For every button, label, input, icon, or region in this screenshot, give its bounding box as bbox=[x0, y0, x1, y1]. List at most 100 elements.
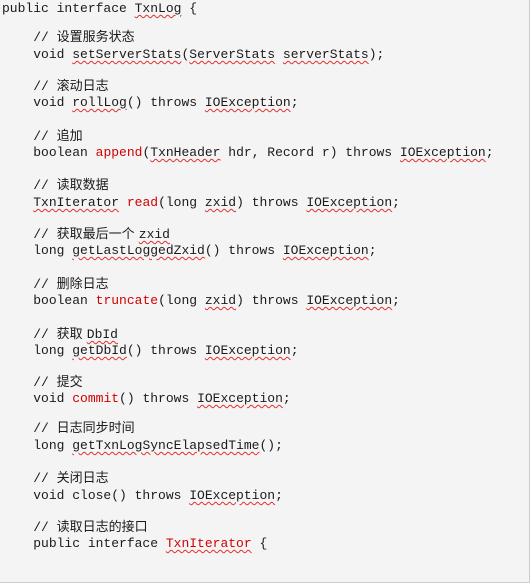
code-token: ; bbox=[275, 488, 283, 503]
code-line: void rollLog() throws IOException; bbox=[2, 94, 298, 112]
comment-slashes: // bbox=[33, 327, 57, 342]
code-token: (); bbox=[259, 438, 283, 453]
comment-text: 设置服务状态 bbox=[56, 30, 135, 45]
code-token: (long bbox=[158, 293, 205, 308]
code-token: void bbox=[33, 391, 73, 406]
comment-slashes: // bbox=[33, 375, 57, 390]
code-line: long getTxnLogSyncElapsedTime(); bbox=[2, 437, 283, 455]
identifier: zxid bbox=[204, 293, 237, 308]
comment-text: 获取最后一个 bbox=[56, 227, 139, 242]
identifier: IOException bbox=[399, 145, 486, 160]
comment-slashes: // bbox=[33, 421, 57, 436]
comment-slashes: // bbox=[33, 79, 57, 94]
code-token: ; bbox=[368, 243, 377, 258]
identifier: rollLog bbox=[72, 95, 127, 110]
code-token: (long bbox=[158, 195, 205, 210]
method-name: TxnIterator bbox=[165, 536, 252, 551]
comment-text: 滚动日志 bbox=[56, 79, 109, 94]
identifier: IOException bbox=[204, 95, 291, 110]
identifier: IOException bbox=[282, 243, 369, 258]
code-token: void bbox=[33, 47, 73, 62]
comment-text: 读取数据 bbox=[56, 178, 109, 193]
comment-text: 关闭日志 bbox=[56, 471, 109, 486]
code-token: ; bbox=[485, 145, 494, 160]
identifier: IOException bbox=[189, 488, 276, 503]
code-token: () throws bbox=[126, 343, 205, 358]
code-token: () throws bbox=[204, 243, 283, 258]
comment-text: 删除日志 bbox=[56, 277, 109, 292]
code-token: ) throws bbox=[236, 195, 307, 210]
comment-slashes: // bbox=[33, 129, 57, 144]
code-token: ; bbox=[392, 293, 400, 308]
identifier: IOException bbox=[204, 343, 291, 358]
code-token: () throws bbox=[126, 95, 205, 110]
comment-line: // 设置服务状态 bbox=[2, 29, 135, 47]
code-line: boolean truncate(long zxid) throws IOExc… bbox=[2, 292, 400, 310]
identifier: IOException bbox=[306, 195, 393, 210]
code-line: long getLastLoggedZxid() throws IOExcept… bbox=[2, 242, 377, 260]
comment-text: 追加 bbox=[56, 129, 83, 144]
comment-line: // 关闭日志 bbox=[2, 470, 109, 488]
code-token: public interface bbox=[33, 536, 166, 551]
comment-slashes: // bbox=[33, 471, 57, 486]
comment-text: 读取日志的接口 bbox=[56, 520, 148, 535]
method-name: truncate bbox=[95, 293, 159, 308]
code-token: ) throws bbox=[236, 293, 307, 308]
code-panel: public interface TxnLog { // 设置服务状态 void… bbox=[0, 0, 530, 583]
method-name: commit bbox=[72, 391, 120, 406]
comment-text: 提交 bbox=[56, 375, 83, 390]
code-line: boolean append(TxnHeader hdr, Record r) … bbox=[2, 144, 494, 162]
code-token: void close() throws bbox=[33, 488, 190, 503]
code-token: long bbox=[33, 343, 73, 358]
code-token: ; bbox=[290, 343, 299, 358]
code-token: hdr, Record r) throws bbox=[220, 145, 400, 160]
identifier: TxnHeader bbox=[150, 145, 221, 160]
comment-slashes: // bbox=[33, 178, 57, 193]
code-line: void commit() throws IOException; bbox=[2, 390, 291, 408]
identifier: serverStats bbox=[282, 47, 369, 62]
identifier: getLastLoggedZxid bbox=[72, 243, 205, 258]
identifier: zxid bbox=[204, 195, 237, 210]
code-token: void bbox=[33, 95, 73, 110]
method-name: append bbox=[95, 145, 143, 160]
code-token: long bbox=[33, 243, 73, 258]
identifier: getTxnLogSyncElapsedTime bbox=[72, 438, 260, 453]
code-token: public interface bbox=[2, 1, 135, 16]
code-line: TxnIterator read(long zxid) throws IOExc… bbox=[2, 194, 400, 212]
comment-slashes: // bbox=[33, 277, 57, 292]
identifier: IOException bbox=[197, 391, 283, 406]
comment-line: // 日志同步时间 bbox=[2, 420, 135, 438]
code-token: ; bbox=[282, 391, 291, 406]
code-line: void close() throws IOException; bbox=[2, 487, 283, 505]
code-token: ); bbox=[368, 47, 385, 62]
code-token: ; bbox=[392, 195, 400, 210]
code-line: void setServerStats(ServerStats serverSt… bbox=[2, 46, 384, 64]
code-line: public interface TxnIterator { bbox=[2, 535, 267, 553]
identifier: TxnLog bbox=[134, 1, 182, 16]
code-token: boolean bbox=[33, 293, 96, 308]
method-name: read bbox=[126, 195, 159, 210]
code-line: long getDbId() throws IOException; bbox=[2, 342, 299, 360]
comment-text: 日志同步时间 bbox=[56, 421, 135, 436]
comment-line: // 读取数据 bbox=[2, 177, 109, 195]
identifier: TxnIterator bbox=[33, 195, 120, 210]
